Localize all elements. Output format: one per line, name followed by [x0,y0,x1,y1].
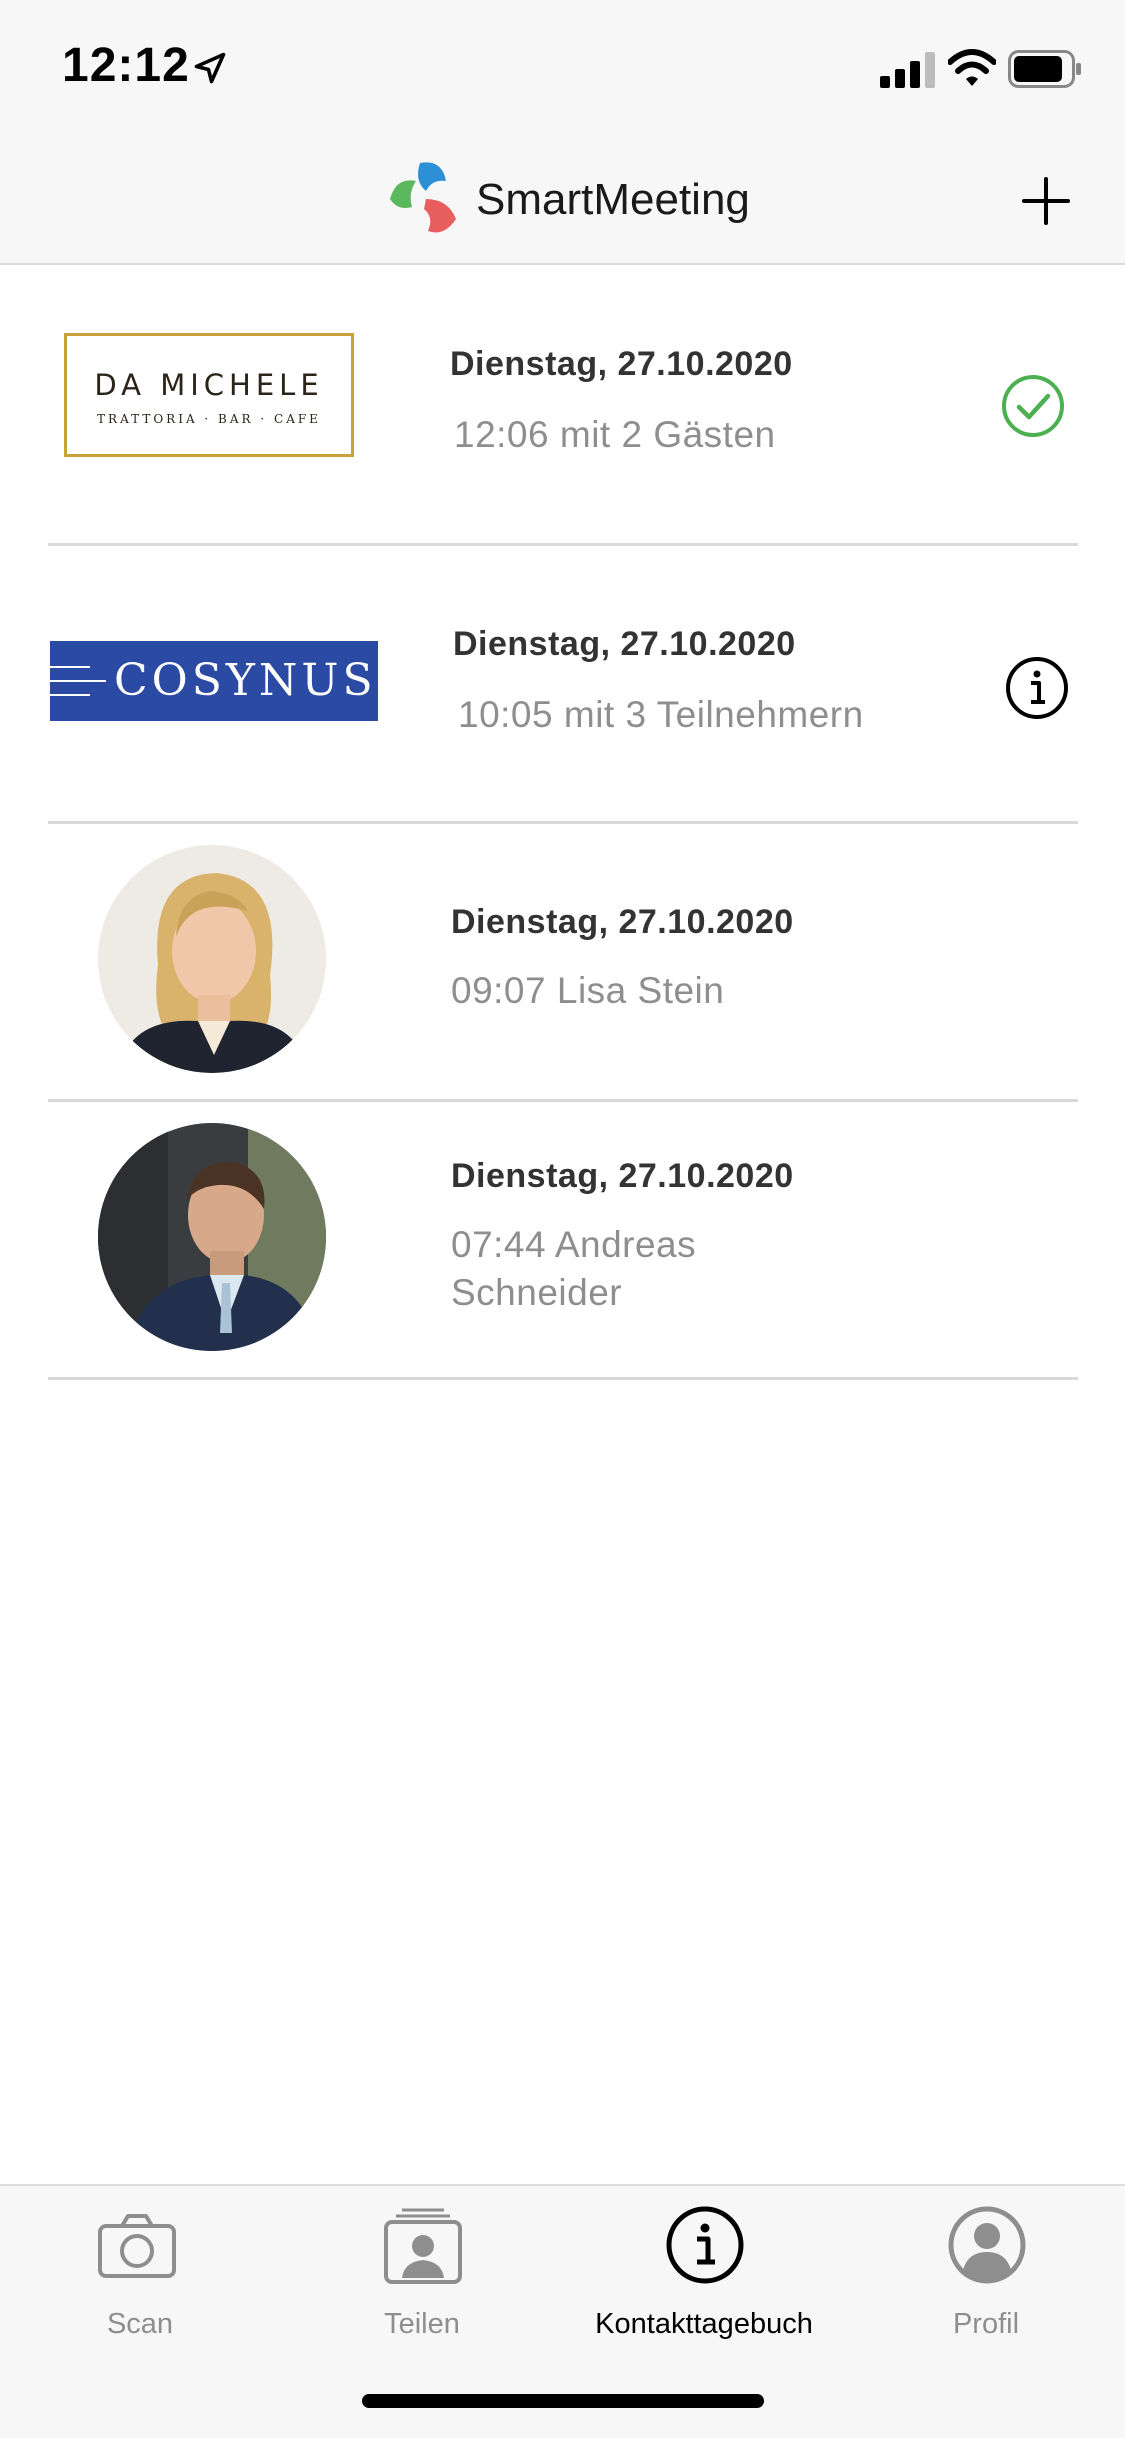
battery-icon [1008,50,1081,88]
entry-detail: 07:44 Andreas Schneider [451,1224,697,1313]
app-title: SmartMeeting [476,175,750,224]
entry-detail: 09:07 Lisa Stein [451,970,725,1011]
tab-kontakttagebuch[interactable]: Kontakttagebuch [564,2204,844,2340]
tab-profil[interactable]: Profil [846,2204,1125,2340]
list-item[interactable]: COSYNUS Dienstag, 27.10.2020 10:05 mit 3… [48,543,1078,824]
list-item[interactable]: Dienstag, 27.10.2020 07:44 Andreas Schne… [48,1099,1078,1380]
tab-label: Scan [106,2308,174,2340]
cosynus-lines-icon [50,666,106,696]
check-circle-icon[interactable] [1000,373,1066,439]
tab-teilen[interactable]: Teilen [282,2204,562,2340]
logo-title: DA MICHELE [94,368,324,402]
cellular-signal-icon [880,52,935,88]
entry-detail: 12:06 mit 2 Gästen [454,414,776,455]
person-avatar [98,1123,326,1351]
cosynus-logo: COSYNUS [50,641,378,721]
person-avatar [98,845,326,1073]
add-button[interactable] [1020,175,1072,227]
camera-icon [98,2214,176,2278]
list-item[interactable]: DA MICHELE TRATTORIA · BAR · CAFE Dienst… [48,265,1078,546]
tab-scan[interactable]: Scan [0,2204,280,2340]
entry-date: Dienstag, 27.10.2020 [451,903,794,941]
info-circle-icon [666,2206,744,2284]
tab-label: Teilen [384,2308,460,2340]
tab-label: Kontakttagebuch [595,2308,813,2340]
user-circle-icon [948,2206,1026,2284]
person-photo-icon [98,1123,326,1351]
entry-detail: 10:05 mit 3 Teilnehmern [458,694,864,735]
wifi-icon [948,49,996,86]
entry-date: Dienstag, 27.10.2020 [451,1157,794,1195]
list-item[interactable]: Dienstag, 27.10.2020 09:07 Lisa Stein [48,821,1078,1102]
nav-bar: SmartMeeting [0,135,1125,265]
info-circle-icon[interactable] [1004,655,1070,721]
share-card-icon [384,2208,462,2284]
tab-label: Profil [952,2308,1020,2340]
logo-subtitle: TRATTORIA · BAR · CAFE [97,412,321,426]
entry-date: Dienstag, 27.10.2020 [453,625,796,663]
status-bar: 12:12 [0,0,1125,135]
entry-date: Dienstag, 27.10.2020 [450,345,793,383]
status-time: 12:12 [62,39,190,92]
person-photo-icon [98,845,326,1073]
smartmeeting-logo-icon [390,162,456,233]
logo-title: COSYNUS [114,655,377,706]
da-michele-logo: DA MICHELE TRATTORIA · BAR · CAFE [64,333,354,457]
home-indicator[interactable] [362,2394,764,2408]
location-arrow-icon [194,52,226,84]
